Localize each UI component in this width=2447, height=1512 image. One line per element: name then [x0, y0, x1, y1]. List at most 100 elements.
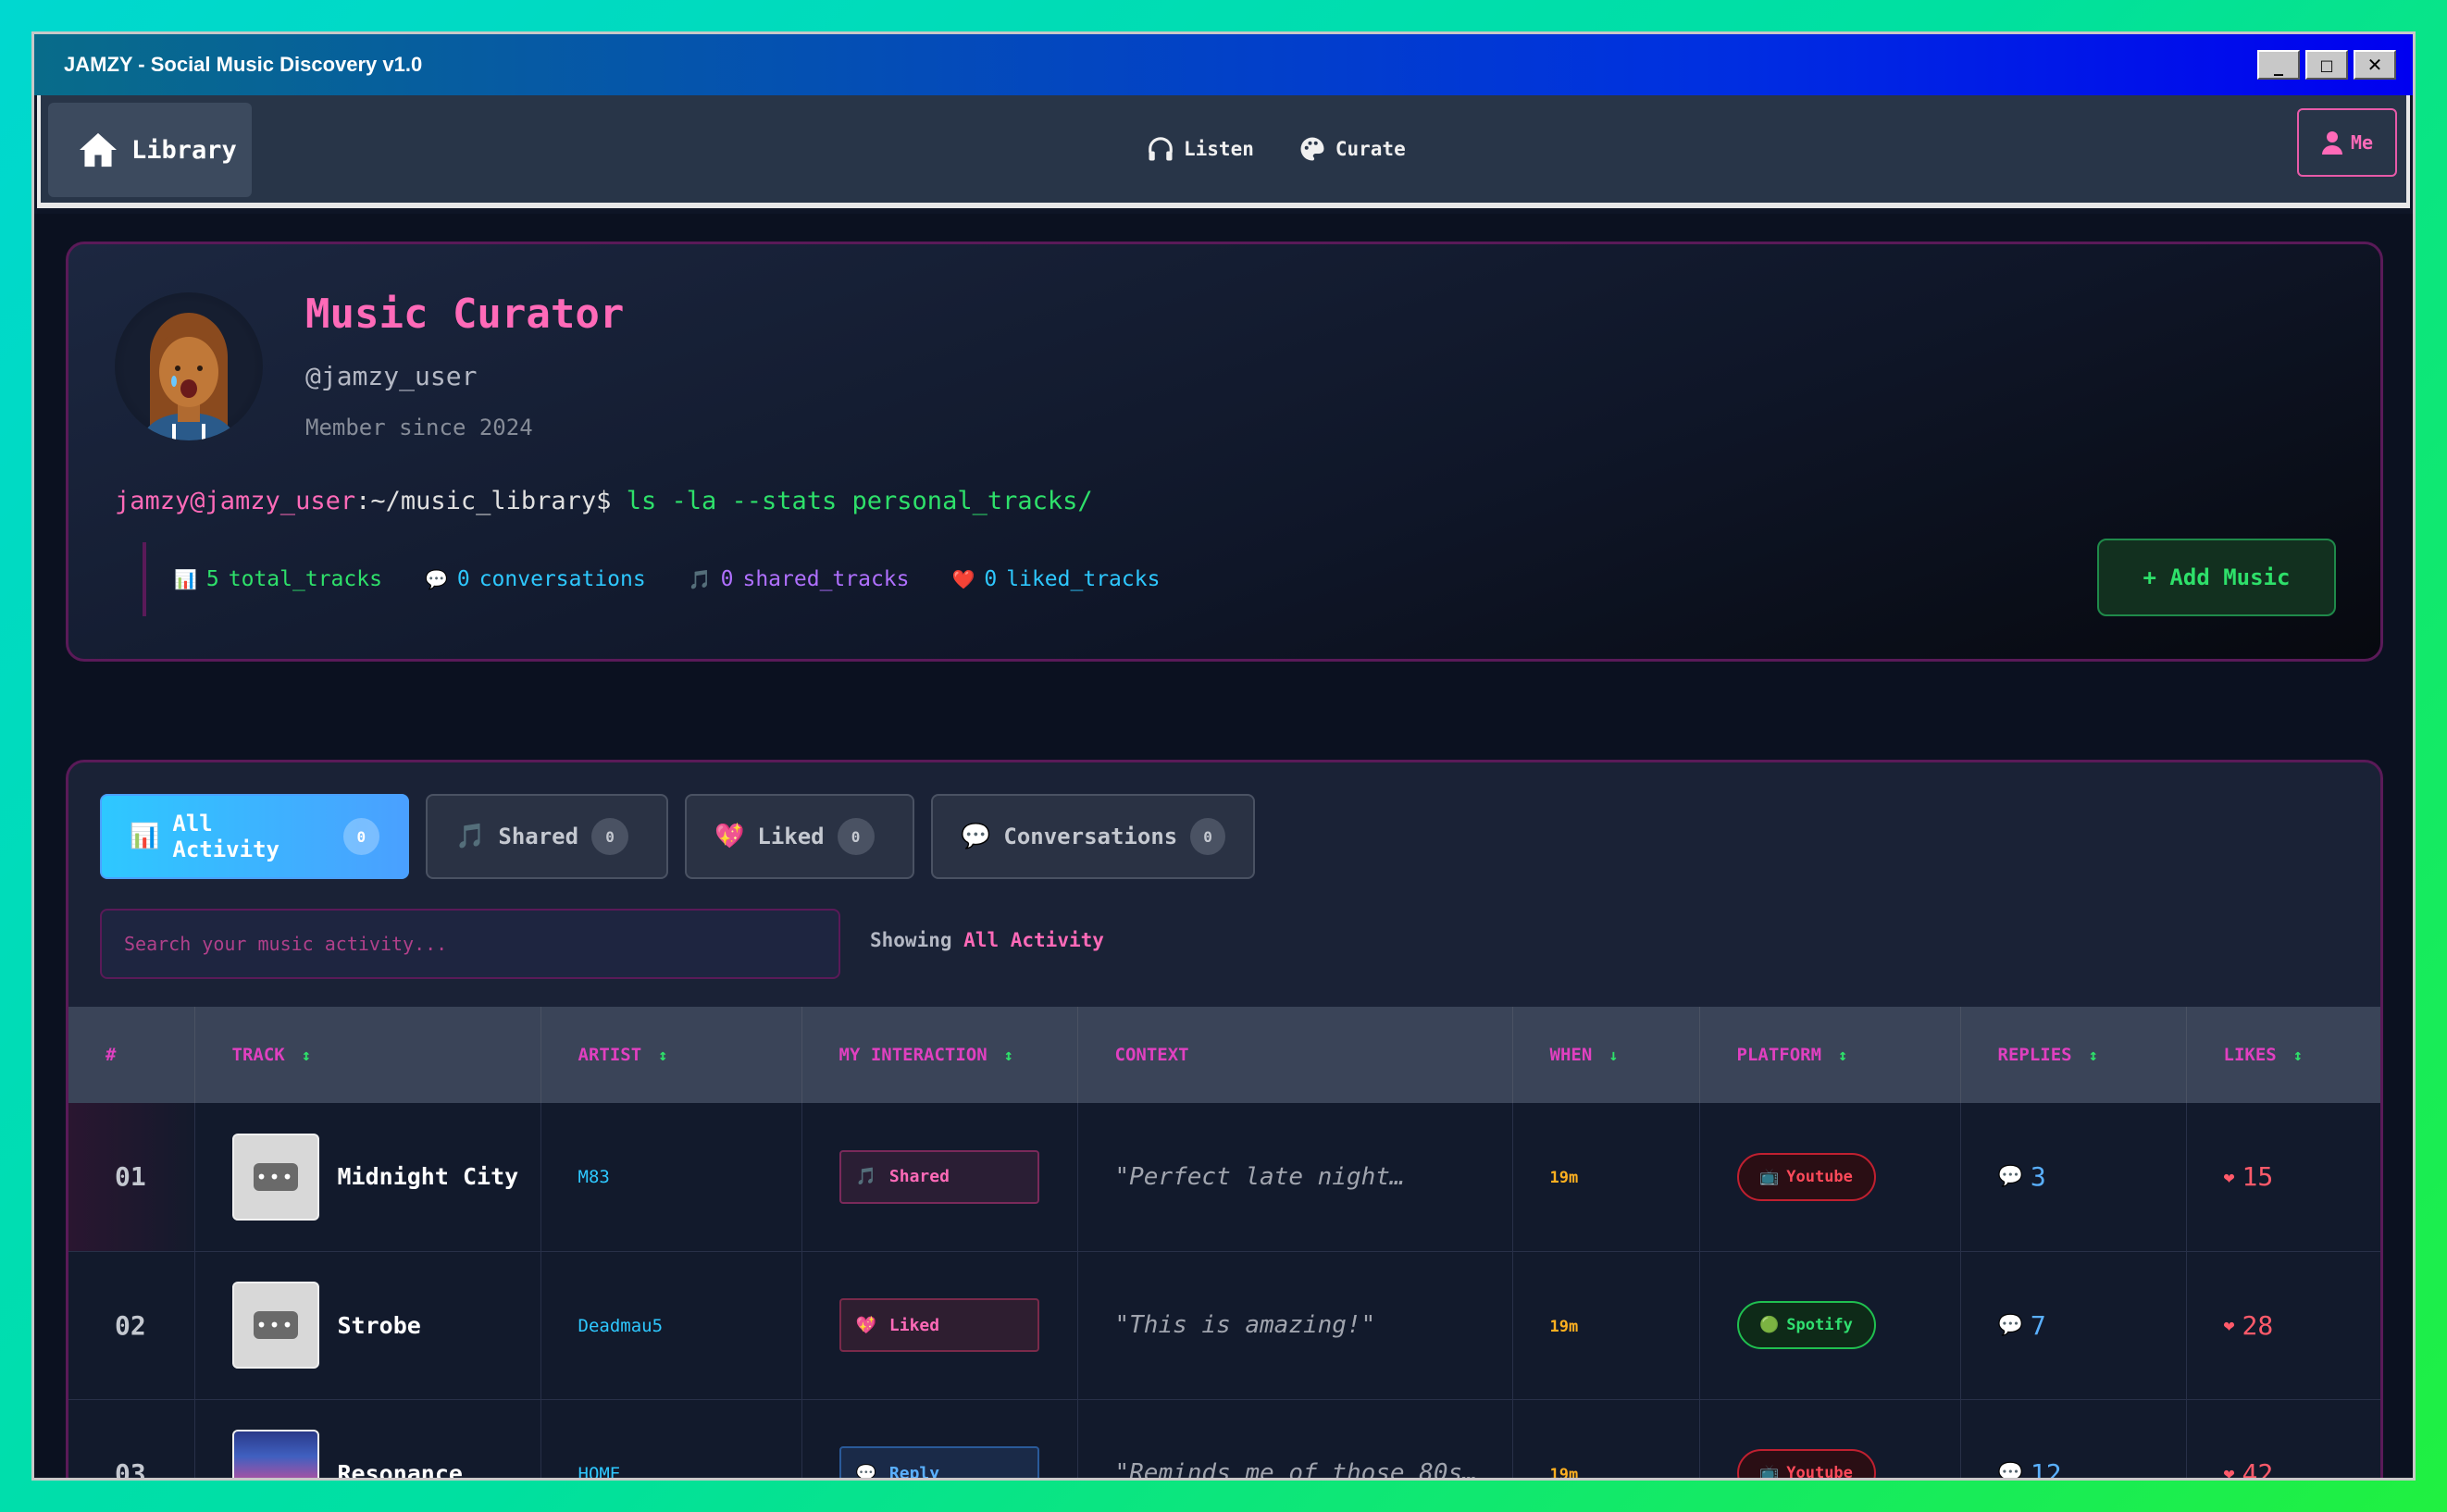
nav-listen-link[interactable]: Listen — [1147, 136, 1254, 162]
sort-icon[interactable]: ↕ — [1838, 1047, 1847, 1065]
likes-cell: ❤ 42 — [2186, 1399, 2381, 1481]
table-header-row: # TRACK ↕ ARTIST ↕ MY INTERACTION ↕ CONTEXT… — [68, 1007, 2380, 1103]
track-name[interactable]: Resonance — [338, 1460, 463, 1479]
likes-count[interactable]: ❤ 15 — [2224, 1161, 2381, 1192]
heart-icon: 💖 — [855, 1315, 876, 1335]
sort-icon[interactable]: ↕ — [1004, 1047, 1013, 1065]
speech-bubble-icon: 💬 — [424, 568, 448, 590]
context-text: "Perfect late night… — [1114, 1162, 1405, 1191]
music-note-icon: 🎵 — [455, 823, 486, 850]
tab-all-activity[interactable]: 📊 All Activity 0 — [100, 794, 409, 879]
close-button[interactable]: ✕ — [2354, 50, 2396, 80]
col-header-label: TRACK — [231, 1045, 285, 1065]
prompt-command: ls -la --stats personal_tracks/ — [626, 487, 1093, 515]
sort-icon[interactable]: ↕ — [2089, 1047, 2098, 1065]
interaction-cell: 🎵 Shared — [801, 1103, 1078, 1252]
nav-library-button[interactable]: Library — [48, 103, 252, 197]
track-thumbnail[interactable]: ••• — [231, 1133, 319, 1221]
context-text: "This is amazing!" — [1114, 1311, 1376, 1339]
sort-icon[interactable]: ↕ — [658, 1047, 667, 1065]
nav-curate-label: Curate — [1335, 138, 1406, 160]
platform-badge[interactable]: 📺 Youtube — [1736, 1449, 1876, 1481]
replies-count[interactable]: 💬 7 — [1998, 1310, 2186, 1341]
platform-cell: 🟢 Spotify — [1699, 1251, 1961, 1400]
col-header-platform[interactable]: PLATFORM ↕ — [1699, 1007, 1961, 1103]
maximize-button[interactable]: □ — [2305, 50, 2348, 80]
profile-card: Music Curator @jamzy_user Member since 2… — [66, 242, 2383, 662]
interaction-label: Liked — [888, 1315, 940, 1335]
sort-icon[interactable]: ↕ — [302, 1047, 311, 1065]
interaction-cell: 💖 Liked — [801, 1251, 1078, 1400]
replies-count[interactable]: 💬 12 — [1998, 1458, 2186, 1479]
tab-conversations[interactable]: 💬 Conversations 0 — [931, 794, 1255, 879]
nav-curate-link[interactable]: Curate — [1298, 135, 1406, 163]
track-thumbnail[interactable] — [231, 1430, 319, 1478]
heart-icon: ❤️ — [951, 568, 975, 590]
col-header-replies[interactable]: REPLIES ↕ — [1960, 1007, 2187, 1103]
col-header-interaction[interactable]: MY INTERACTION ↕ — [801, 1007, 1078, 1103]
showing-filter-label: Showing All Activity — [870, 929, 1104, 951]
context-cell: "Perfect late night… — [1077, 1103, 1513, 1252]
table-row[interactable]: 01 ••• Midnight City M83 🎵 Shared "Perfect… — [68, 1103, 2381, 1252]
profile-name: Music Curator — [305, 291, 625, 338]
tab-liked[interactable]: 💖 Liked 0 — [685, 794, 914, 879]
search-input[interactable] — [100, 909, 840, 979]
artist-name[interactable]: Deadmau5 — [578, 1316, 664, 1336]
interaction-badge: 🎵 Shared — [838, 1149, 1039, 1204]
platform-label: Spotify — [1786, 1316, 1853, 1334]
terminal-command-line: jamzy@jamzy_user:~/music_library$ ls -la… — [115, 487, 1093, 515]
maximize-icon: □ — [2319, 56, 2334, 74]
track-thumbnail[interactable]: ••• — [231, 1282, 319, 1369]
likes-count[interactable]: ❤ 42 — [2224, 1457, 2381, 1481]
col-header-artist[interactable]: ARTIST ↕ — [540, 1007, 802, 1103]
artist-name[interactable]: M83 — [578, 1167, 610, 1187]
col-header-label: LIKES — [2223, 1045, 2277, 1065]
tab-label: Conversations — [1003, 824, 1178, 849]
add-music-button[interactable]: + Add Music — [2097, 539, 2336, 616]
nav-me-label: Me — [2350, 131, 2374, 154]
row-number: 02 — [68, 1251, 195, 1400]
nav-me-button[interactable]: Me — [2297, 108, 2397, 177]
col-header-label: PLATFORM — [1736, 1045, 1822, 1065]
sort-desc-icon[interactable]: ↓ — [1609, 1047, 1618, 1065]
col-header-likes[interactable]: LIKES ↕ — [2186, 1007, 2380, 1103]
likes-value: 28 — [2242, 1309, 2274, 1341]
col-header-track[interactable]: TRACK ↕ — [194, 1007, 541, 1103]
stat-conversations: 💬 0 conversations — [425, 567, 646, 591]
minimize-button[interactable]: _ — [2257, 50, 2300, 80]
heart-icon: 💖 — [714, 823, 745, 850]
context-text: "Reminds me of those 80s… — [1114, 1459, 1477, 1481]
col-header-label: WHEN — [1549, 1045, 1593, 1065]
tab-shared[interactable]: 🎵 Shared 0 — [426, 794, 668, 879]
showing-value: All Activity — [963, 929, 1104, 951]
tab-count-badge: 0 — [591, 818, 629, 855]
col-header-label: MY INTERACTION — [838, 1045, 987, 1065]
activity-card: 📊 All Activity 0 🎵 Shared 0 💖 Liked 0 💬 … — [66, 760, 2383, 1481]
minimize-icon: _ — [2274, 54, 2283, 76]
avatar-image — [143, 313, 235, 440]
tv-icon: 📺 — [1759, 1464, 1780, 1481]
window-title: JAMZY - Social Music Discovery v1.0 — [64, 53, 423, 76]
platform-badge[interactable]: 📺 Youtube — [1736, 1152, 1876, 1201]
likes-value: 42 — [2242, 1457, 2274, 1481]
table-row[interactable]: 02 ••• Strobe Deadmau5 💖 Liked "This is am… — [68, 1251, 2381, 1400]
col-header-when[interactable]: WHEN ↓ — [1512, 1007, 1700, 1103]
track-name[interactable]: Midnight City — [338, 1163, 519, 1190]
heart-icon: ❤ — [2223, 1314, 2235, 1336]
main-content: Music Curator @jamzy_user Member since 2… — [34, 214, 2413, 1481]
title-bar: JAMZY - Social Music Discovery v1.0 _ □ … — [34, 34, 2413, 95]
when-cell: 19m — [1512, 1399, 1700, 1478]
platform-badge[interactable]: 🟢 Spotify — [1736, 1301, 1876, 1349]
sort-icon[interactable]: ↕ — [2293, 1047, 2303, 1065]
replies-cell: 💬 3 — [1960, 1103, 2187, 1252]
col-header-label: ARTIST — [578, 1045, 642, 1065]
artist-name[interactable]: HOME — [578, 1464, 621, 1479]
likes-count[interactable]: ❤ 28 — [2223, 1309, 2381, 1341]
table-row[interactable]: 03 Resonance HOME 💬 Reply "Reminds me of … — [68, 1399, 2381, 1481]
placeholder-dots-icon: ••• — [253, 1311, 298, 1339]
replies-count[interactable]: 💬 3 — [1998, 1161, 2186, 1192]
stat-liked-tracks: ❤️ 0 liked_tracks — [952, 567, 1161, 591]
tab-label: Shared — [498, 824, 579, 849]
track-name[interactable]: Strobe — [338, 1312, 421, 1339]
interaction-badge: 💬 Reply — [838, 1446, 1039, 1478]
